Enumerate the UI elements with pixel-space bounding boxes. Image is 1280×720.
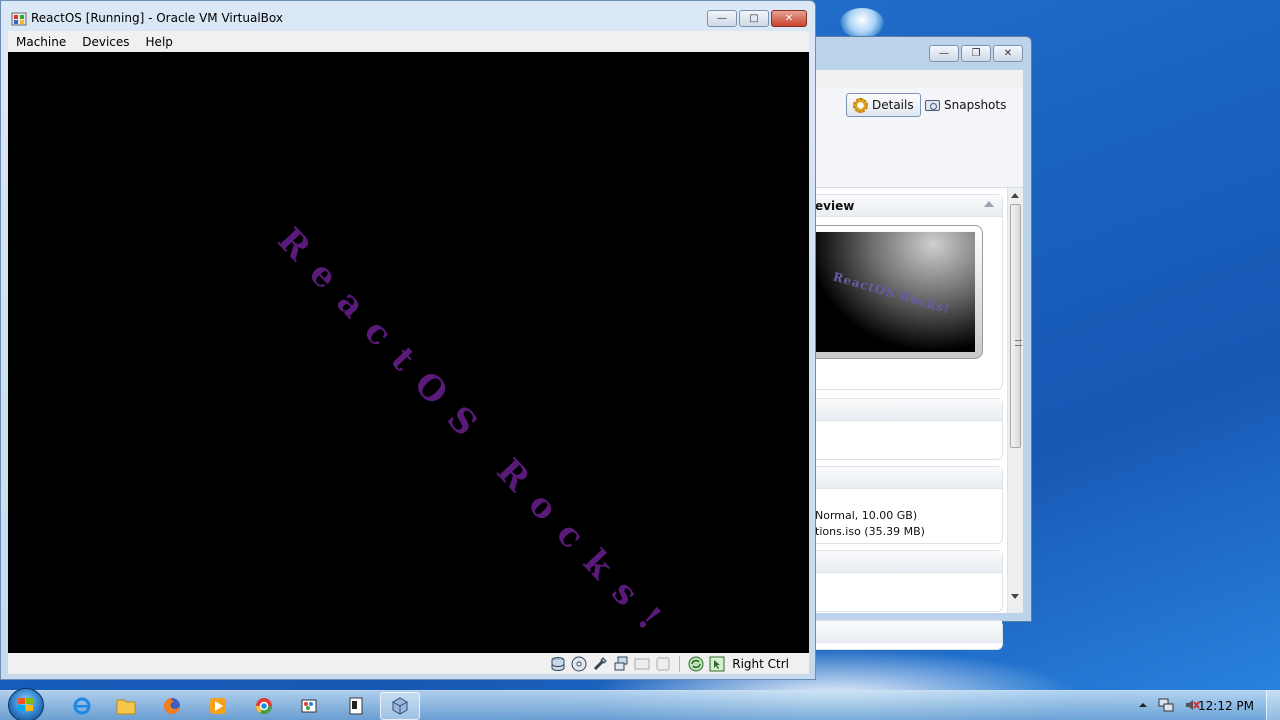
menu-devices[interactable]: Devices <box>74 35 137 49</box>
close-icon: ✕ <box>784 13 794 24</box>
video-capture-icon[interactable] <box>655 656 671 672</box>
taskbar <box>0 690 1280 720</box>
system-section-header[interactable] <box>809 399 1002 421</box>
audio-section-header[interactable] <box>809 551 1002 573</box>
media-player-icon <box>210 698 226 714</box>
taskbar-notepad[interactable] <box>336 692 376 720</box>
firefox-icon <box>164 698 180 714</box>
scroll-down-icon[interactable] <box>1011 594 1019 599</box>
preview-section-header[interactable]: eview <box>809 195 1002 217</box>
network-section <box>809 620 1003 650</box>
vm-statusbar: Right Ctrl <box>8 653 809 674</box>
audio-section <box>809 550 1003 612</box>
start-button[interactable] <box>8 688 44 720</box>
close-icon: ✕ <box>1003 48 1013 59</box>
manager-menubar <box>809 70 1023 88</box>
shared-folder-icon[interactable] <box>634 656 650 672</box>
virtualbox-manager-window[interactable]: — ❐ ✕ Details Snapshots eview ReactOS Ro… <box>800 36 1032 650</box>
details-scrollbar[interactable] <box>1007 188 1023 613</box>
storage-section: Normal, 10.00 GB) tions.iso (35.39 MB) <box>809 466 1003 544</box>
details-button[interactable]: Details <box>846 93 921 117</box>
virtualbox-icon <box>392 697 408 715</box>
minimize-button[interactable]: — <box>707 10 737 27</box>
mouse-integration-icon[interactable] <box>709 656 725 672</box>
desktop-gadget-icon <box>840 8 884 38</box>
taskbar-explorer[interactable] <box>106 692 146 720</box>
system-tray <box>1138 697 1200 713</box>
minimize-icon: — <box>717 13 727 24</box>
snapshots-button[interactable]: Snapshots <box>919 93 1012 117</box>
maximize-icon: □ <box>749 13 759 24</box>
maximize-button[interactable]: □ <box>739 10 769 27</box>
snapshots-label: Snapshots <box>944 98 1007 112</box>
preview-thumbnail: ReactOS Rocks! <box>809 232 975 352</box>
vm-menubar: Machine Devices Help <box>8 31 809 52</box>
windows-logo-icon <box>18 698 33 711</box>
vm-window[interactable]: ReactOS [Running] - Oracle VM VirtualBox… <box>0 0 816 680</box>
restore-icon: ❐ <box>971 48 981 59</box>
details-pane[interactable]: eview ReactOS Rocks! Normal, 10.00 GB) t… <box>809 188 1023 650</box>
notepad-icon <box>349 697 363 715</box>
network-icon[interactable] <box>613 656 629 672</box>
screensaver-text: ReactOS Rocks! <box>269 220 681 651</box>
preview-section-title: eview <box>815 199 855 213</box>
close-button[interactable]: ✕ <box>771 10 807 27</box>
storage-optical-line: tions.iso (35.39 MB) <box>815 525 925 538</box>
optical-drive-icon[interactable] <box>571 656 587 672</box>
taskbar-media-player[interactable] <box>198 692 238 720</box>
virtualization-icon[interactable] <box>688 656 704 672</box>
scroll-up-icon[interactable] <box>1011 193 1019 198</box>
details-label: Details <box>872 98 914 112</box>
internet-explorer-icon <box>73 697 91 715</box>
virtualbox-app-icon <box>11 12 27 26</box>
taskbar-clock[interactable]: 12:12 PM <box>1198 699 1254 713</box>
taskbar-internet-explorer[interactable] <box>62 692 102 720</box>
network-tray-icon[interactable] <box>1158 697 1174 713</box>
window-title: ReactOS [Running] - Oracle VM VirtualBox <box>31 11 283 25</box>
gear-icon <box>853 97 868 113</box>
scrollbar-thumb[interactable] <box>1010 204 1022 448</box>
storage-section-header[interactable] <box>809 467 1002 489</box>
network-section-header[interactable] <box>809 621 1002 643</box>
menu-help[interactable]: Help <box>138 35 181 49</box>
chrome-icon <box>255 698 273 715</box>
host-key-label: Right Ctrl <box>732 656 789 671</box>
folder-icon <box>116 699 136 715</box>
preview-screen-text: ReactOS Rocks! <box>831 269 952 317</box>
system-section <box>809 398 1003 460</box>
close-button[interactable]: ✕ <box>993 45 1023 62</box>
usb-icon[interactable] <box>592 656 608 672</box>
hard-disk-icon[interactable] <box>550 656 566 672</box>
taskbar-paint[interactable] <box>290 692 330 720</box>
minimize-button[interactable]: — <box>929 45 959 62</box>
show-hidden-icons-icon[interactable] <box>1138 700 1148 710</box>
menu-machine[interactable]: Machine <box>8 35 74 49</box>
paint-icon <box>301 699 317 713</box>
minimize-icon: — <box>939 48 949 59</box>
preview-monitor: ReactOS Rocks! <box>809 225 983 359</box>
manager-caption-buttons: — ❐ ✕ <box>929 45 1023 62</box>
show-desktop-button[interactable] <box>1266 690 1280 720</box>
statusbar-separator <box>679 655 681 672</box>
camera-icon <box>925 99 940 111</box>
preview-section: eview ReactOS Rocks! <box>809 194 1003 390</box>
storage-disk-line: Normal, 10.00 GB) <box>815 509 918 522</box>
grip-icon <box>1015 340 1022 346</box>
collapse-icon[interactable] <box>984 201 994 207</box>
taskbar-virtualbox[interactable] <box>380 692 420 720</box>
taskbar-chrome[interactable] <box>244 692 284 720</box>
taskbar-firefox[interactable] <box>152 692 192 720</box>
vm-caption-buttons: — □ ✕ <box>707 10 807 27</box>
vm-display[interactable]: ReactOS Rocks! <box>8 52 809 653</box>
restore-button[interactable]: ❐ <box>961 45 991 62</box>
